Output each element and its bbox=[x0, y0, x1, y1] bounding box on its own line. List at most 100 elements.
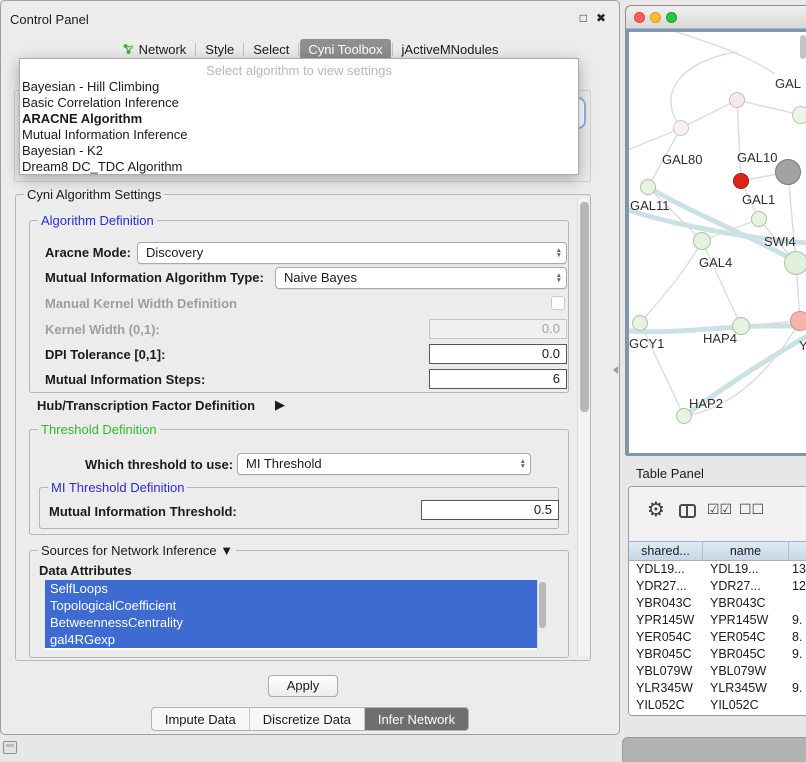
network-node[interactable] bbox=[792, 106, 806, 124]
network-node[interactable] bbox=[640, 179, 656, 195]
collapse-arrow-icon[interactable]: ▼ bbox=[220, 543, 233, 558]
table-cell: YBR043C bbox=[629, 595, 703, 612]
network-view-window: GALGAL80GAL10GAL11GAL1SWI4GAL4GCY1HAP4HA… bbox=[625, 5, 806, 455]
node-label: GAL80 bbox=[662, 152, 702, 167]
float-window-icon[interactable]: □ bbox=[580, 11, 587, 25]
manual-kernel-width-checkbox[interactable] bbox=[551, 296, 565, 310]
mi-threshold-field[interactable]: 0.5 bbox=[421, 500, 559, 520]
table-cell: 13 bbox=[789, 561, 806, 578]
table-header: shared... name bbox=[629, 541, 806, 561]
table-panel-title: Table Panel bbox=[636, 466, 704, 481]
table-toolbar: ⚙ ☑☑ ☐☐ bbox=[629, 487, 806, 541]
which-threshold-select[interactable]: MI Threshold ▲▼ bbox=[237, 453, 531, 475]
table-row[interactable]: YBR045CYBR045C9. bbox=[629, 646, 806, 663]
table-cell: YPR145W bbox=[629, 612, 703, 629]
table-cell bbox=[789, 595, 806, 612]
algorithm-option[interactable]: Basic Correlation Inference bbox=[20, 95, 578, 111]
table-row[interactable]: YPR145WYPR145W9. bbox=[629, 612, 806, 629]
network-canvas[interactable]: GALGAL80GAL10GAL11GAL1SWI4GAL4GCY1HAP4HA… bbox=[626, 29, 806, 456]
attributes-scrollbar[interactable] bbox=[537, 580, 547, 650]
algorithm-option[interactable]: Bayesian - Hill Climbing bbox=[20, 79, 578, 95]
list-item[interactable]: gal4RGexp bbox=[45, 631, 537, 648]
column-header-name[interactable]: name bbox=[703, 542, 789, 560]
table-row[interactable]: YLR345WYLR345W9. bbox=[629, 680, 806, 697]
network-edge bbox=[788, 172, 796, 263]
network-window-titlebar[interactable] bbox=[626, 6, 806, 29]
scrollbar-thumb[interactable] bbox=[580, 202, 589, 412]
tab-discretize-data[interactable]: Discretize Data bbox=[250, 708, 364, 730]
table-row[interactable]: YDR27...YDR27...12 bbox=[629, 578, 806, 595]
top-tab-bar: Network Style Select Cyni Toolbox jActiv… bbox=[1, 38, 619, 60]
network-node[interactable] bbox=[729, 92, 745, 108]
node-label: GAL4 bbox=[699, 255, 732, 270]
algorithm-option[interactable]: Bayesian - K2 bbox=[20, 143, 578, 159]
select-columns-checked-icon[interactable]: ☑☑ bbox=[707, 501, 732, 518]
tab-style[interactable]: Style bbox=[197, 39, 242, 60]
network-node[interactable] bbox=[673, 120, 689, 136]
network-node[interactable] bbox=[751, 211, 767, 227]
table-cell: YER054C bbox=[703, 629, 789, 646]
network-node[interactable] bbox=[790, 311, 806, 331]
apply-button[interactable]: Apply bbox=[268, 675, 338, 697]
mi-algorithm-type-select[interactable]: Naive Bayes ▲▼ bbox=[275, 267, 567, 289]
zoom-traffic-light[interactable] bbox=[666, 12, 677, 23]
collapsed-panel-bar[interactable] bbox=[622, 737, 806, 762]
tab-network[interactable]: Network bbox=[114, 39, 195, 60]
table-body: YDL19...YDL19...13YDR27...YDR27...12YBR0… bbox=[629, 561, 806, 715]
aracne-mode-select[interactable]: Discovery ▲▼ bbox=[137, 242, 567, 264]
list-item[interactable]: TopologicalCoefficient bbox=[45, 597, 537, 614]
algorithm-option-selected[interactable]: ARACNE Algorithm bbox=[20, 111, 578, 127]
algorithm-option[interactable]: Mutual Information Inference bbox=[20, 127, 578, 143]
column-layout-icon[interactable] bbox=[679, 504, 696, 518]
node-label: SWI4 bbox=[764, 234, 796, 249]
column-header-shared-name[interactable]: shared... bbox=[629, 542, 703, 560]
network-node[interactable] bbox=[775, 159, 801, 185]
combo-value: Naive Bayes bbox=[284, 270, 357, 285]
network-edge bbox=[737, 100, 741, 181]
table-row[interactable]: YBR043CYBR043C bbox=[629, 595, 806, 612]
tab-cyni-toolbox[interactable]: Cyni Toolbox bbox=[300, 39, 390, 60]
network-node[interactable] bbox=[784, 251, 806, 275]
minimize-traffic-light[interactable] bbox=[650, 12, 661, 23]
aracne-mode-label: Aracne Mode: bbox=[45, 245, 131, 260]
network-scrollbar-thumb[interactable] bbox=[800, 35, 806, 59]
splitter-handle[interactable] bbox=[613, 366, 618, 374]
gear-icon[interactable]: ⚙ bbox=[647, 497, 665, 522]
restore-panel-icon[interactable] bbox=[3, 741, 17, 754]
tab-divider bbox=[195, 43, 196, 56]
table-panel-window: ⚙ ☑☑ ☐☐ shared... name YDL19...YDL19...1… bbox=[628, 486, 806, 716]
group-title: MI Threshold Definition bbox=[48, 480, 187, 495]
mi-steps-field[interactable]: 6 bbox=[429, 369, 567, 389]
mi-threshold-label: Mutual Information Threshold: bbox=[49, 504, 237, 519]
tab-select[interactable]: Select bbox=[245, 39, 297, 60]
scrollbar-thumb[interactable] bbox=[539, 582, 546, 628]
network-edge bbox=[659, 32, 775, 74]
network-node[interactable] bbox=[733, 173, 749, 189]
expand-arrow-icon[interactable]: ▶ bbox=[275, 397, 285, 413]
table-cell: YDR27... bbox=[703, 578, 789, 595]
close-window-icon[interactable]: ✖ bbox=[596, 11, 606, 25]
table-row[interactable]: YIL052CYIL052C bbox=[629, 697, 806, 714]
algorithm-option[interactable]: Dream8 DC_TDC Algorithm bbox=[20, 159, 578, 175]
network-node[interactable] bbox=[632, 315, 648, 331]
table-row[interactable]: YBL079WYBL079W bbox=[629, 663, 806, 680]
node-label: GAL11 bbox=[630, 198, 670, 213]
dpi-tolerance-field[interactable]: 0.0 bbox=[429, 344, 567, 364]
tab-impute-data[interactable]: Impute Data bbox=[152, 708, 249, 730]
settings-scrollbar[interactable] bbox=[577, 198, 590, 656]
select-columns-unchecked-icon[interactable]: ☐☐ bbox=[739, 501, 764, 518]
list-item[interactable]: SelfLoops bbox=[45, 580, 537, 597]
close-traffic-light[interactable] bbox=[634, 12, 645, 23]
tab-infer-network[interactable]: Infer Network bbox=[365, 708, 468, 730]
table-row[interactable]: YDL19...YDL19...13 bbox=[629, 561, 806, 578]
node-label: HAP4 bbox=[703, 331, 737, 346]
column-header-extra[interactable] bbox=[789, 542, 806, 560]
group-title: Algorithm Definition bbox=[38, 213, 157, 228]
tab-jactivemnodules[interactable]: jActiveMNodules bbox=[394, 39, 507, 60]
network-node[interactable] bbox=[693, 232, 711, 250]
node-label: GCY1 bbox=[629, 336, 664, 351]
group-title[interactable]: Sources for Network Inference ▼ bbox=[38, 543, 236, 558]
list-item[interactable]: BetweennessCentrality bbox=[45, 614, 537, 631]
kernel-width-field[interactable]: 0.0 bbox=[429, 319, 567, 339]
table-row[interactable]: YER054CYER054C8. bbox=[629, 629, 806, 646]
